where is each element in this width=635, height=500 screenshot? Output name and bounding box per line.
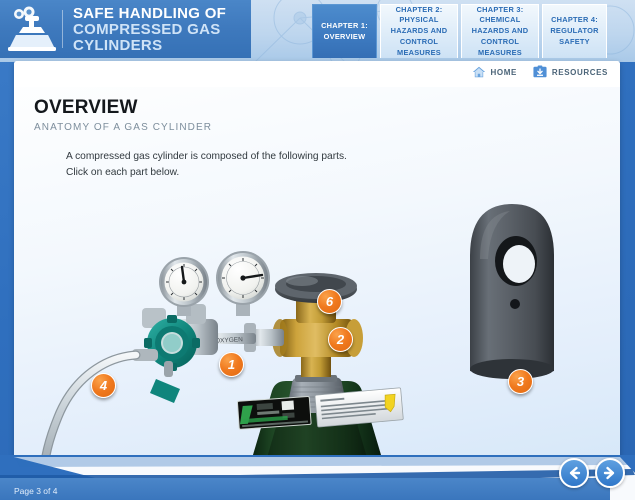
hotspot-4-hose[interactable]: 4: [91, 373, 116, 398]
course-player: SAFE HANDLING OF COMPRESSED GAS CYLINDER…: [0, 0, 635, 500]
brand-block: SAFE HANDLING OF COMPRESSED GAS CYLINDER…: [0, 0, 251, 58]
tab-chapter-4[interactable]: CHAPTER 4: REGULATOR SAFETY: [542, 4, 607, 58]
hotspot-1-regulator[interactable]: 1: [219, 352, 244, 377]
app-header: SAFE HANDLING OF COMPRESSED GAS CYLINDER…: [0, 0, 635, 62]
regulator-flow-lever: [150, 379, 180, 403]
gas-cylinder-regulator-logo-icon: [8, 6, 56, 51]
app-title: SAFE HANDLING OF COMPRESSED GAS CYLINDER…: [73, 4, 251, 54]
previous-page-button[interactable]: [559, 458, 589, 488]
cap-vent-hole: [510, 299, 520, 309]
tab-chapter-2[interactable]: CHAPTER 2: PHYSICAL HAZARDS AND CONTROL …: [380, 4, 458, 58]
next-page-button[interactable]: [595, 458, 625, 488]
page-indicator: Page 3 of 4: [14, 486, 58, 496]
anatomy-illustration: OXYGEN 1 2 3 4 6: [14, 61, 620, 475]
footer-bar: [0, 478, 610, 500]
illustration-svg: OXYGEN: [39, 204, 554, 475]
gauge-right: [216, 251, 270, 316]
valve-cap-shape: [470, 204, 554, 377]
app-logo: [6, 5, 58, 53]
tab-chapter-1[interactable]: CHAPTER 1: OVERVIEW: [312, 4, 377, 58]
app-title-line2: COMPRESSED GAS CYLINDERS: [73, 20, 221, 55]
arrow-left-circle-icon: [569, 466, 581, 480]
app-title-line1: SAFE HANDLING OF: [73, 4, 227, 22]
content-card: HOME RESOURCES OVERVIEW ANATOMY OF A GAS…: [14, 61, 620, 475]
hotspot-6-handwheel[interactable]: 6: [317, 289, 342, 314]
logo-divider: [62, 10, 63, 48]
hotspot-2-cylinder-valve[interactable]: 2: [328, 327, 353, 352]
arrow-right-circle-icon: [603, 466, 615, 480]
hose-shape: [40, 351, 140, 475]
chapter-tabs: CHAPTER 1: OVERVIEW CHAPTER 2: PHYSICAL …: [312, 4, 607, 58]
hotspot-3-valve-cap[interactable]: 3: [508, 369, 533, 394]
cylinder-spec-label: [236, 395, 312, 430]
regulator-pipe-text: OXYGEN: [215, 336, 243, 344]
tab-chapter-3[interactable]: CHAPTER 3: CHEMICAL HAZARDS AND CONTROL …: [461, 4, 539, 58]
page-navigation: [559, 458, 625, 488]
